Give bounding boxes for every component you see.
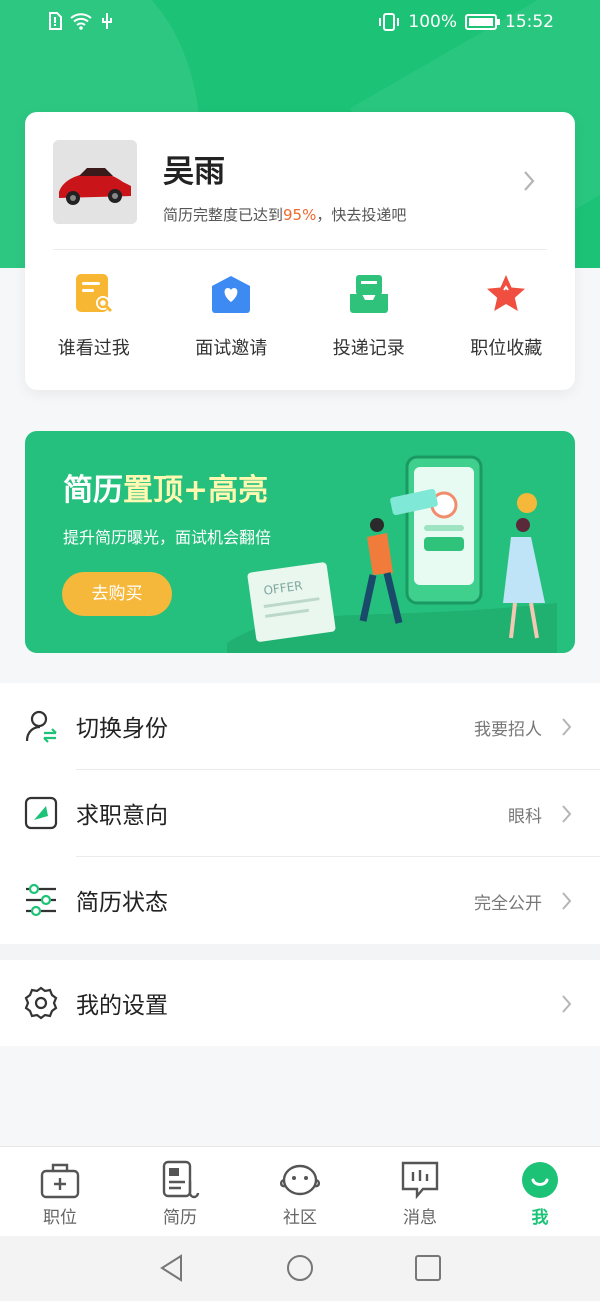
bottom-tab-bar: 职位 简历 社区 消息 我 xyxy=(0,1146,600,1236)
divider xyxy=(53,249,547,250)
quick-actions: 谁看过我 面试邀请 投递记录 职位收藏 xyxy=(25,272,575,360)
avatar[interactable] xyxy=(53,140,137,224)
tab-messages[interactable]: 消息 xyxy=(360,1147,480,1236)
tab-jobs[interactable]: 职位 xyxy=(0,1147,120,1236)
menu-row-settings[interactable]: 我的设置 xyxy=(0,960,600,1046)
menu-title: 我的设置 xyxy=(76,993,168,1019)
promo-title-part1: 简历 xyxy=(63,473,123,508)
section-gap xyxy=(0,944,600,960)
message-icon xyxy=(401,1161,439,1200)
briefcase-icon xyxy=(40,1163,80,1199)
menu-list: 切换身份 我要招人 求职意向 眼科 简历状态 完全公开 xyxy=(0,683,600,944)
chevron-right-icon xyxy=(562,892,572,910)
car-avatar-image xyxy=(53,140,137,224)
quick-delivery-record[interactable]: 投递记录 xyxy=(300,272,438,360)
tab-label: 职位 xyxy=(43,1208,77,1228)
tab-label: 我 xyxy=(531,1208,549,1228)
menu-value: 我要招人 xyxy=(474,720,542,740)
usb-icon xyxy=(102,13,112,29)
favorite-star-icon xyxy=(487,275,526,311)
quick-interview-invite[interactable]: 面试邀请 xyxy=(163,272,301,360)
quick-favorite-jobs[interactable]: 职位收藏 xyxy=(438,272,576,360)
quick-viewed-me[interactable]: 谁看过我 xyxy=(25,272,163,360)
resume-completeness: 简历完整度已达到95%，快去投递吧 xyxy=(163,204,406,225)
tab-label: 简历 xyxy=(163,1208,197,1228)
chevron-right-icon[interactable] xyxy=(523,170,535,192)
menu-title: 求职意向 xyxy=(76,803,168,829)
back-icon[interactable] xyxy=(157,1253,187,1283)
clock: 15:52 xyxy=(505,12,554,32)
quick-label: 面试邀请 xyxy=(195,338,268,359)
menu-title: 简历状态 xyxy=(76,890,168,916)
chevron-right-icon xyxy=(562,995,572,1013)
delivery-record-icon xyxy=(349,275,388,313)
vibrate-icon xyxy=(379,13,400,31)
profile-card: 吴雨 简历完整度已达到95%，快去投递吧 谁看过我 面试邀请 投递记录 职位收藏 xyxy=(25,112,575,390)
chevron-right-icon xyxy=(562,805,572,823)
recents-icon[interactable] xyxy=(413,1253,443,1283)
menu-row-resume-status[interactable]: 简历状态 完全公开 xyxy=(0,857,600,944)
completeness-suffix: ，快去投递吧 xyxy=(316,206,407,224)
job-intent-icon xyxy=(24,796,58,830)
status-bar: 100% 15:52 xyxy=(0,0,600,44)
switch-identity-icon xyxy=(25,710,57,743)
system-nav-bar xyxy=(0,1236,600,1301)
tab-me[interactable]: 我 xyxy=(480,1147,600,1236)
battery-icon xyxy=(465,14,500,30)
resume-status-icon xyxy=(26,883,56,917)
sim-alert-icon xyxy=(49,12,62,30)
quick-label: 投递记录 xyxy=(332,338,405,359)
viewed-me-icon xyxy=(75,274,112,313)
completeness-percent: 95% xyxy=(283,206,317,224)
me-icon xyxy=(522,1162,558,1198)
promo-illustration: OFFER xyxy=(227,455,557,653)
menu-title: 切换身份 xyxy=(76,716,168,742)
battery-percent: 100% xyxy=(408,12,457,32)
menu-row-job-intent[interactable]: 求职意向 眼科 xyxy=(0,770,600,857)
tab-label: 社区 xyxy=(283,1208,317,1228)
buy-button[interactable]: 去购买 xyxy=(62,572,172,616)
menu-value: 眼科 xyxy=(508,807,542,827)
resume-icon xyxy=(162,1160,200,1199)
menu-row-switch-identity[interactable]: 切换身份 我要招人 xyxy=(0,683,600,770)
completeness-prefix: 简历完整度已达到 xyxy=(163,206,284,224)
user-name[interactable]: 吴雨 xyxy=(163,146,225,191)
promo-banner[interactable]: 简历置顶+高亮 提升简历曝光，面试机会翻倍 去购买 OFFER xyxy=(25,431,575,653)
quick-label: 职位收藏 xyxy=(470,338,543,359)
tab-community[interactable]: 社区 xyxy=(240,1147,360,1236)
home-icon[interactable] xyxy=(285,1253,315,1283)
interview-invite-icon xyxy=(212,276,251,313)
wifi-icon xyxy=(70,13,92,30)
tab-label: 消息 xyxy=(403,1208,437,1228)
community-icon xyxy=(279,1164,321,1196)
chevron-right-icon xyxy=(562,718,572,736)
tab-resume[interactable]: 简历 xyxy=(120,1147,240,1236)
menu-value: 完全公开 xyxy=(474,894,542,914)
settings-gear-icon xyxy=(24,986,58,1020)
quick-label: 谁看过我 xyxy=(57,338,130,359)
